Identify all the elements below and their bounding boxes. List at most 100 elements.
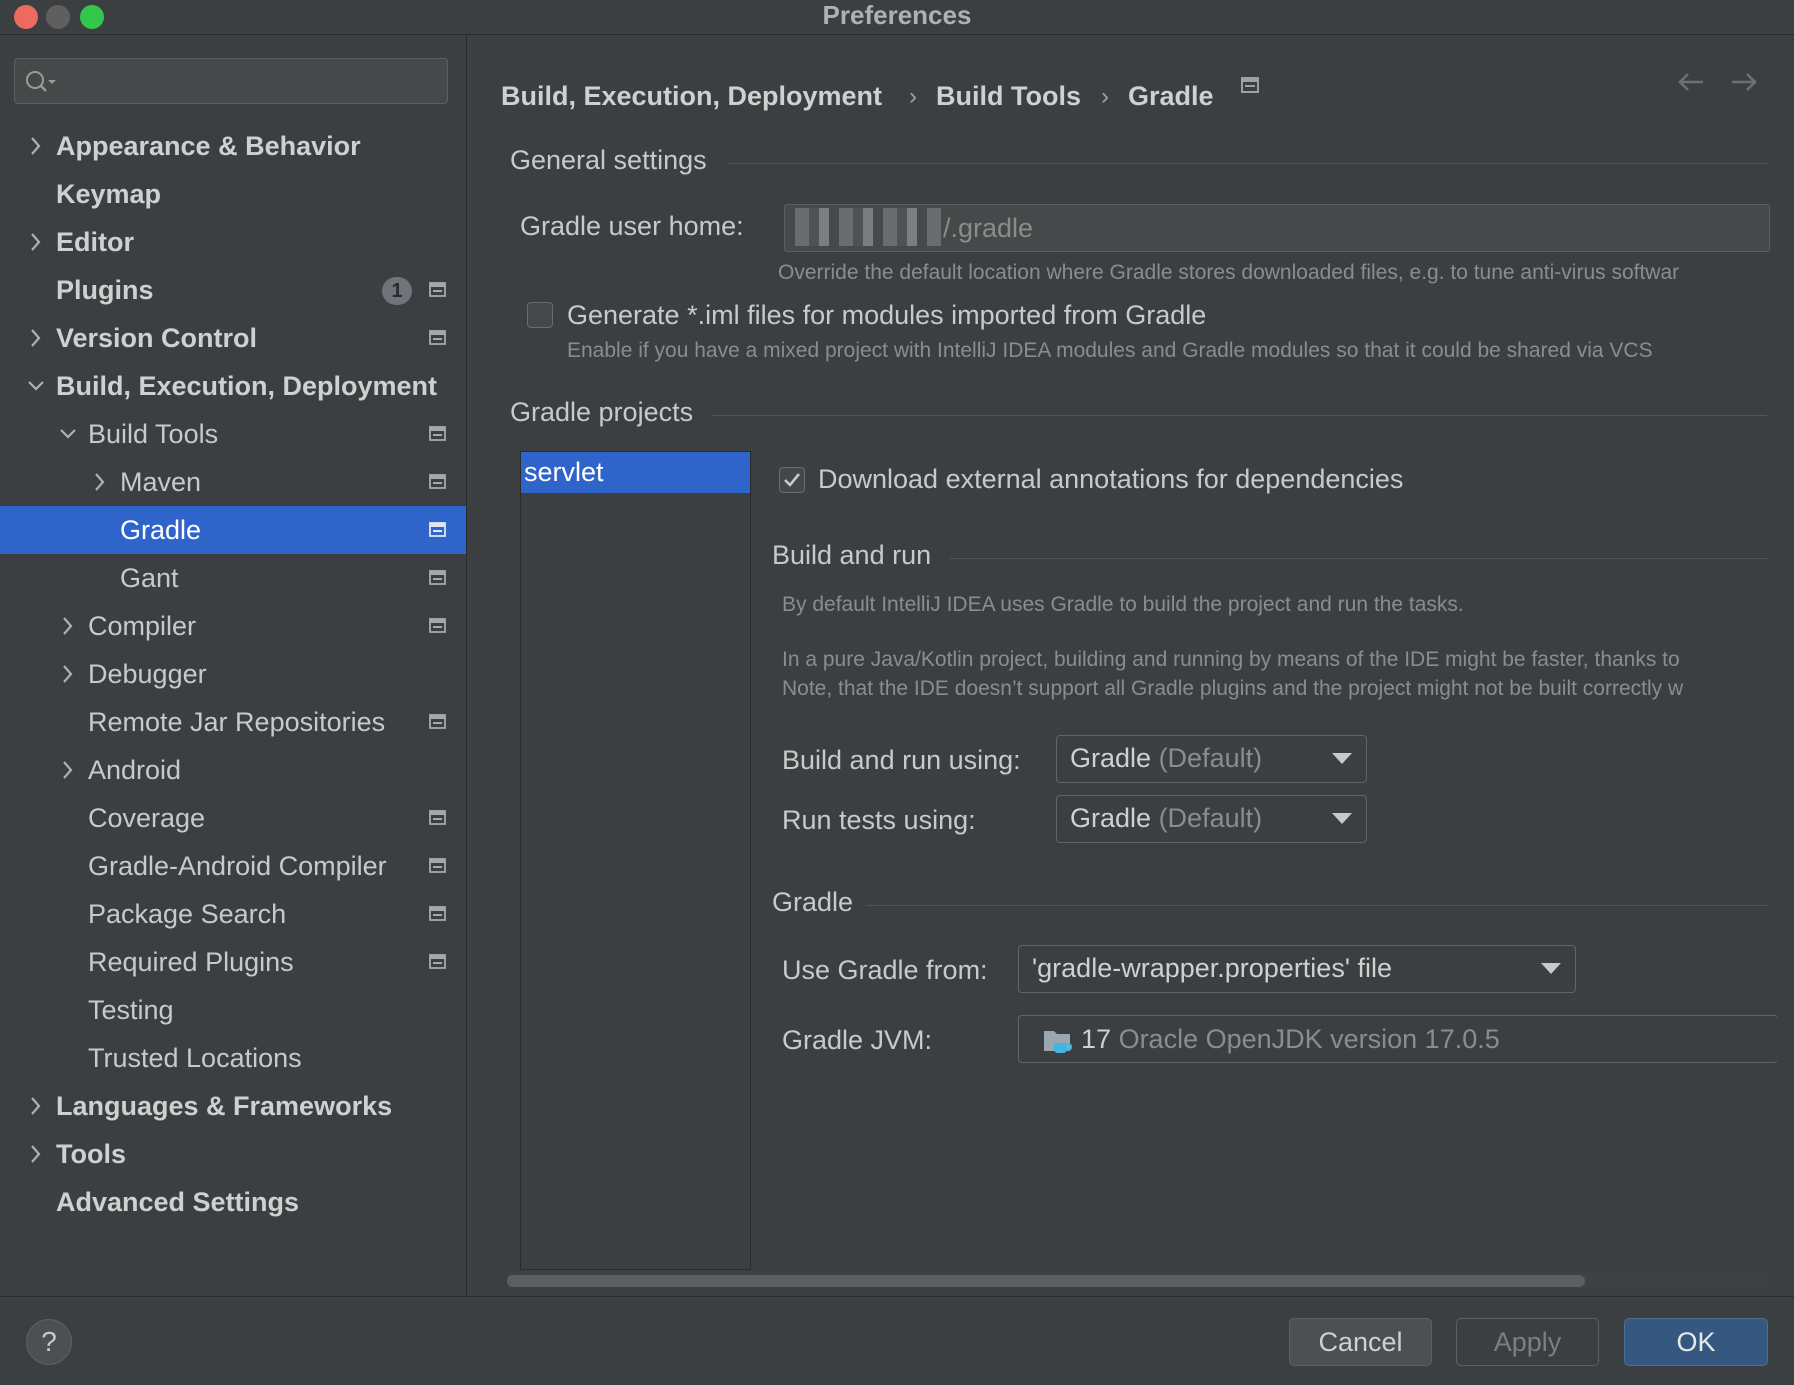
sidebar-item-keymap[interactable]: Keymap <box>0 170 466 218</box>
chevron-right-icon[interactable] <box>58 650 78 698</box>
chevron-down-icon <box>1541 963 1561 974</box>
help-button[interactable]: ? <box>26 1319 72 1365</box>
build-and-run-description: By default IntelliJ IDEA uses Gradle to … <box>782 593 1464 616</box>
build-and-run-note-1: In a pure Java/Kotlin project, building … <box>782 648 1680 671</box>
update-count-badge: 1 <box>382 277 412 305</box>
sidebar-item-editor[interactable]: Editor <box>0 218 466 266</box>
general-settings-title: General settings <box>510 145 707 175</box>
use-gradle-from-dropdown[interactable]: 'gradle-wrapper.properties' file <box>1018 945 1576 993</box>
gradle-user-home-hint: Override the default location where Grad… <box>778 261 1680 284</box>
sidebar-item-label: Plugins <box>56 275 154 305</box>
project-name: servlet <box>524 457 604 487</box>
sidebar-item-label: Debugger <box>88 659 207 689</box>
generate-iml-label[interactable]: Generate *.iml files for modules importe… <box>567 300 1206 331</box>
sidebar-item-label: Compiler <box>88 611 197 641</box>
build-run-using-label: Build and run using: <box>782 745 1021 775</box>
chevron-right-icon[interactable] <box>26 314 46 362</box>
sidebar-item-debugger[interactable]: Debugger <box>0 650 466 698</box>
chevron-right-icon[interactable] <box>58 746 78 794</box>
download-annotations-checkbox[interactable] <box>779 467 805 493</box>
sidebar-item-label: Android <box>88 755 182 785</box>
sidebar-item-label: Appearance & Behavior <box>56 131 361 161</box>
run-tests-using-value: Gradle (Default) <box>1070 803 1263 833</box>
sidebar-item-label: Keymap <box>56 179 162 209</box>
sidebar-item-label: Build Tools <box>88 419 219 449</box>
horizontal-scrollbar-thumb[interactable] <box>507 1275 1585 1287</box>
sidebar-item-label: Tools <box>56 1139 126 1169</box>
horizontal-scrollbar-track[interactable] <box>507 1271 1767 1289</box>
sidebar-item-label: Testing <box>88 995 174 1025</box>
sidebar-item-label: Required Plugins <box>88 947 294 977</box>
use-gradle-from-value: 'gradle-wrapper.properties' file <box>1032 953 1392 983</box>
gradle-user-home-field[interactable]: /.gradle <box>784 204 1770 252</box>
sidebar-item-label: Build, Execution, Deployment <box>56 371 438 401</box>
sidebar-item-label: Maven <box>120 467 202 497</box>
project-item-servlet[interactable]: servlet <box>521 452 750 493</box>
title-bar: Preferences <box>0 0 1794 35</box>
arrow-left-icon[interactable] <box>1676 71 1706 93</box>
project-scope-icon <box>429 426 446 441</box>
sidebar-item-compiler[interactable]: Compiler <box>0 602 466 650</box>
generate-iml-checkbox[interactable] <box>527 302 553 328</box>
run-tests-using-dropdown[interactable]: Gradle (Default) <box>1056 795 1367 843</box>
sidebar-item-languages-frameworks[interactable]: Languages & Frameworks <box>0 1082 466 1130</box>
ok-button[interactable]: OK <box>1624 1318 1768 1366</box>
chevron-right-icon[interactable] <box>58 602 78 650</box>
build-run-using-value: Gradle (Default) <box>1070 743 1263 773</box>
download-annotations-label[interactable]: Download external annotations for depend… <box>818 464 1403 495</box>
sidebar-item-package-search[interactable]: Package Search <box>0 890 466 938</box>
arrow-right-icon[interactable] <box>1729 71 1759 93</box>
sidebar-item-gradle-android-compiler[interactable]: Gradle-Android Compiler <box>0 842 466 890</box>
sidebar-item-label: Editor <box>56 227 134 257</box>
chevron-right-icon[interactable] <box>26 218 46 266</box>
section-divider <box>867 905 1767 906</box>
chevron-right-icon[interactable] <box>26 122 46 170</box>
sidebar-item-trusted-locations[interactable]: Trusted Locations <box>0 1034 466 1082</box>
settings-search-input[interactable] <box>14 58 448 104</box>
sidebar-item-label: Coverage <box>88 803 206 833</box>
chevron-right-icon[interactable] <box>90 458 110 506</box>
sidebar-item-plugins[interactable]: Plugins 1 <box>0 266 466 314</box>
sidebar-item-tools[interactable]: Tools <box>0 1130 466 1178</box>
gradle-section-title: Gradle <box>772 887 854 917</box>
project-scope-icon <box>429 906 446 921</box>
breadcrumb-item-build-tools[interactable]: Build Tools <box>936 81 1081 112</box>
gradle-user-home-label: Gradle user home: <box>520 211 744 241</box>
project-scope-icon <box>429 330 446 345</box>
sidebar-item-build-execution-deployment[interactable]: Build, Execution, Deployment <box>0 362 466 410</box>
sidebar-item-gradle[interactable]: Gradle <box>0 506 466 554</box>
sidebar-item-maven[interactable]: Maven <box>0 458 466 506</box>
window-title: Preferences <box>822 0 972 30</box>
sidebar-item-coverage[interactable]: Coverage <box>0 794 466 842</box>
build-run-using-dropdown[interactable]: Gradle (Default) <box>1056 735 1367 783</box>
project-scope-icon <box>429 714 446 729</box>
sidebar-item-advanced-settings[interactable]: Advanced Settings <box>0 1178 466 1226</box>
sidebar-item-version-control[interactable]: Version Control <box>0 314 466 362</box>
sidebar-item-required-plugins[interactable]: Required Plugins <box>0 938 466 986</box>
breadcrumb-item-build-execution-deployment[interactable]: Build, Execution, Deployment <box>501 81 882 112</box>
sidebar-item-android[interactable]: Android <box>0 746 466 794</box>
sidebar-item-gant[interactable]: Gant <box>0 554 466 602</box>
sidebar-item-label: Gradle <box>120 515 202 545</box>
chevron-down-icon[interactable] <box>26 362 46 410</box>
redacted-path <box>795 208 941 246</box>
sidebar-item-testing[interactable]: Testing <box>0 986 466 1034</box>
chevron-right-icon[interactable] <box>26 1082 46 1130</box>
project-scope-icon <box>429 954 446 969</box>
chevron-right-icon[interactable] <box>26 1130 46 1178</box>
sidebar-item-build-tools[interactable]: Build Tools <box>0 410 466 458</box>
generate-iml-hint: Enable if you have a mixed project with … <box>567 339 1653 362</box>
sidebar-item-appearance-behavior[interactable]: Appearance & Behavior <box>0 122 466 170</box>
gradle-jvm-dropdown[interactable]: 17 Oracle OpenJDK version 17.0.5 <box>1018 1015 1778 1063</box>
gradle-projects-list[interactable]: servlet <box>520 451 751 1270</box>
apply-button[interactable]: Apply <box>1456 1318 1599 1366</box>
settings-search-field[interactable] <box>59 65 443 99</box>
sidebar-item-remote-jar-repositories[interactable]: Remote Jar Repositories <box>0 698 466 746</box>
sidebar-item-label: Version Control <box>56 323 258 353</box>
sidebar-item-label: Remote Jar Repositories <box>88 707 386 737</box>
gradle-jvm-label: Gradle JVM: <box>782 1025 933 1055</box>
chevron-down-icon[interactable] <box>58 410 78 458</box>
settings-sidebar: Appearance & Behavior Keymap Editor Plugins… <box>0 35 467 1296</box>
cancel-button[interactable]: Cancel <box>1289 1318 1432 1366</box>
project-scope-icon <box>429 618 446 633</box>
